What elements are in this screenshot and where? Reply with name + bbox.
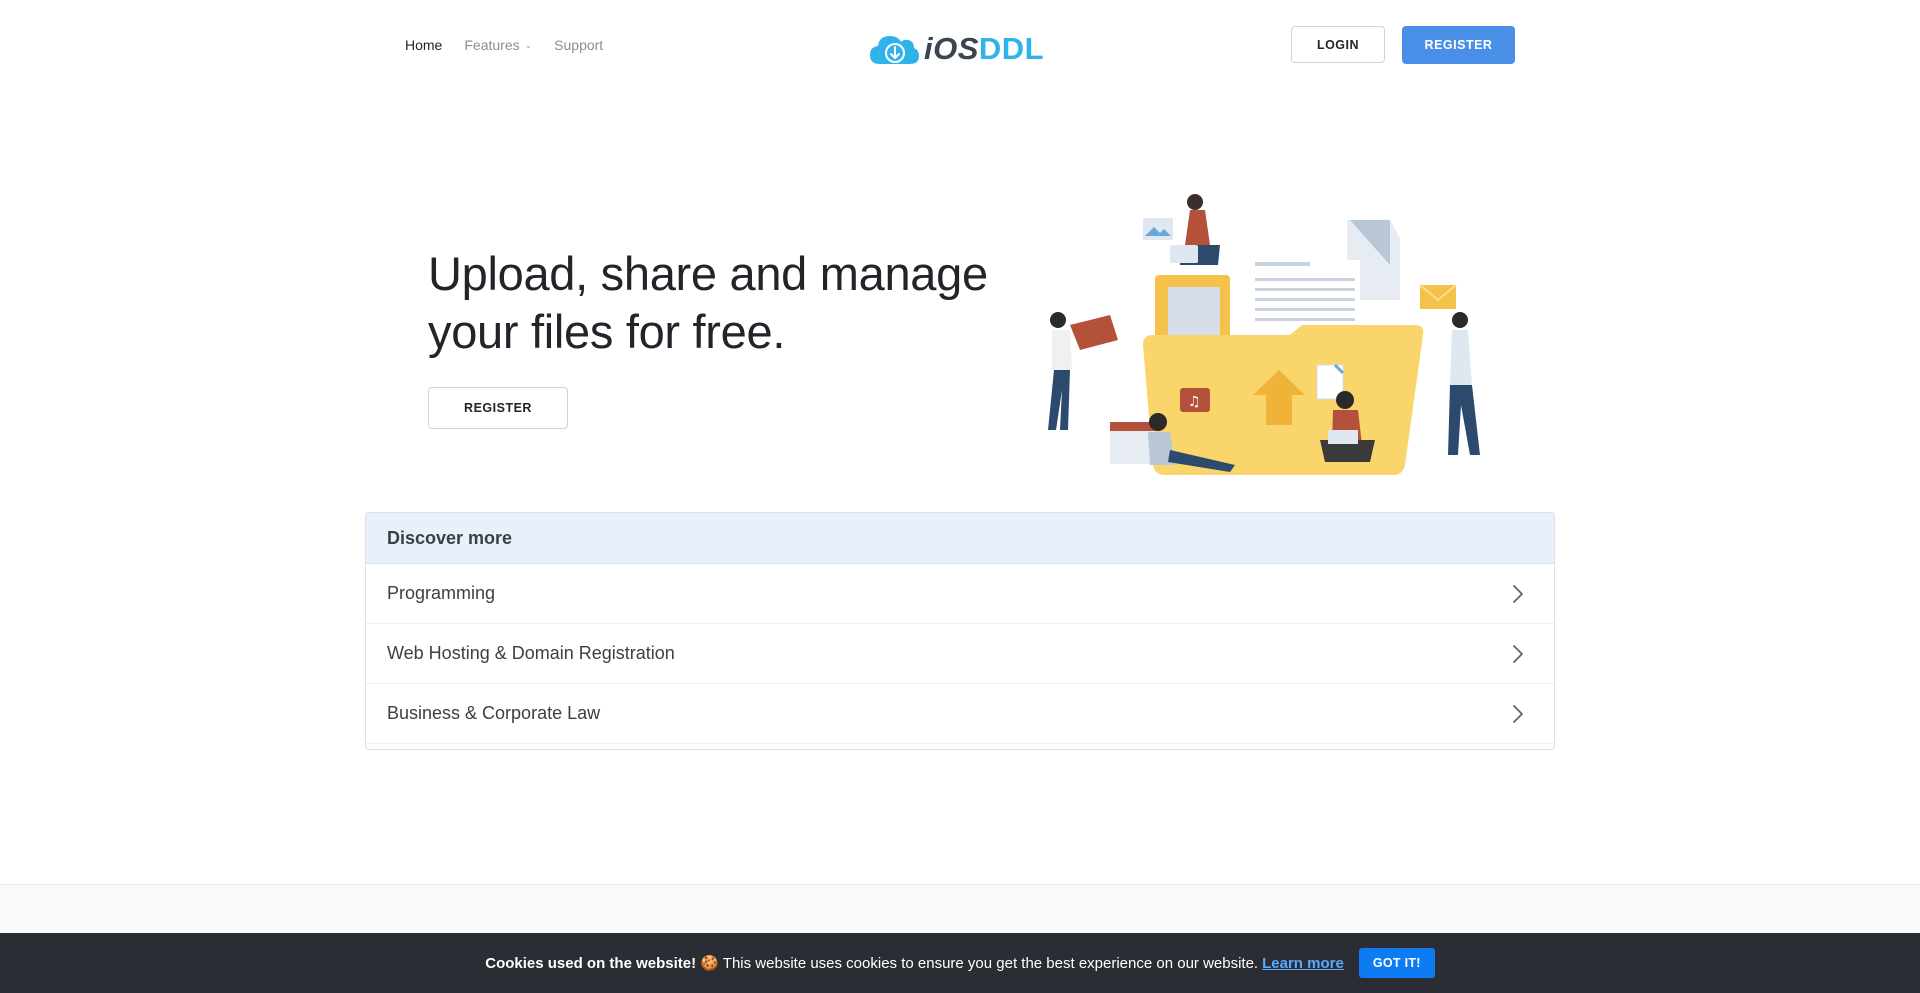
discover-more-title: Discover more [366, 513, 1554, 564]
discover-more-panel: Discover more Programming Web Hosting & … [365, 512, 1555, 750]
cookie-message: This website uses cookies to ensure you … [722, 954, 1259, 972]
main-nav: Home Features ⌄ Support [405, 36, 625, 54]
discover-item-label: Programming [387, 583, 496, 603]
hero-title-line2: your files for free. [428, 305, 786, 358]
file-sharing-illustration: ♫ [1048, 194, 1480, 475]
cloud-download-icon [870, 36, 919, 64]
chevron-right-icon [1513, 584, 1523, 603]
hero-title: Upload, share and manage your files for … [428, 245, 988, 361]
hero-register-button[interactable]: REGISTER [428, 387, 568, 429]
nav-features[interactable]: Features ⌄ [464, 36, 532, 54]
discover-item-business-law[interactable]: Business & Corporate Law [366, 684, 1554, 744]
logo-text-ios: iOS [924, 31, 979, 66]
logo-wordmark: iOSDDL [924, 31, 1044, 67]
hero-title-line1: Upload, share and manage [428, 247, 988, 300]
nav-support[interactable]: Support [554, 36, 603, 54]
nav-home[interactable]: Home [405, 36, 442, 54]
chevron-down-icon: ⌄ [524, 40, 533, 50]
site-header: Home Features ⌄ Support iOSDDL LOGIN REG… [0, 0, 1920, 88]
logo-text-ddl: DDL [978, 31, 1045, 66]
chevron-right-icon [1513, 704, 1523, 723]
accept-cookies-button[interactable]: GOT IT! [1358, 948, 1435, 978]
discover-item-programming[interactable]: Programming [366, 564, 1554, 624]
login-button[interactable]: LOGIN [1291, 26, 1385, 63]
svg-text:♫: ♫ [1188, 394, 1201, 410]
register-button[interactable]: REGISTER [1402, 26, 1515, 64]
site-logo[interactable]: iOSDDL [868, 30, 1044, 68]
cookie-icon: 🍪 [700, 955, 719, 972]
discover-item-label: Web Hosting & Domain Registration [387, 643, 675, 663]
cookie-banner: Cookies used on the website! 🍪 This webs… [0, 933, 1920, 993]
discover-item-label: Business & Corporate Law [387, 703, 601, 723]
discover-item-web-hosting[interactable]: Web Hosting & Domain Registration [366, 624, 1554, 684]
cookie-title: Cookies used on the website! [485, 954, 697, 972]
nav-features-label: Features [464, 37, 520, 53]
chevron-right-icon [1513, 644, 1523, 663]
learn-more-link[interactable]: Learn more [1262, 955, 1344, 972]
